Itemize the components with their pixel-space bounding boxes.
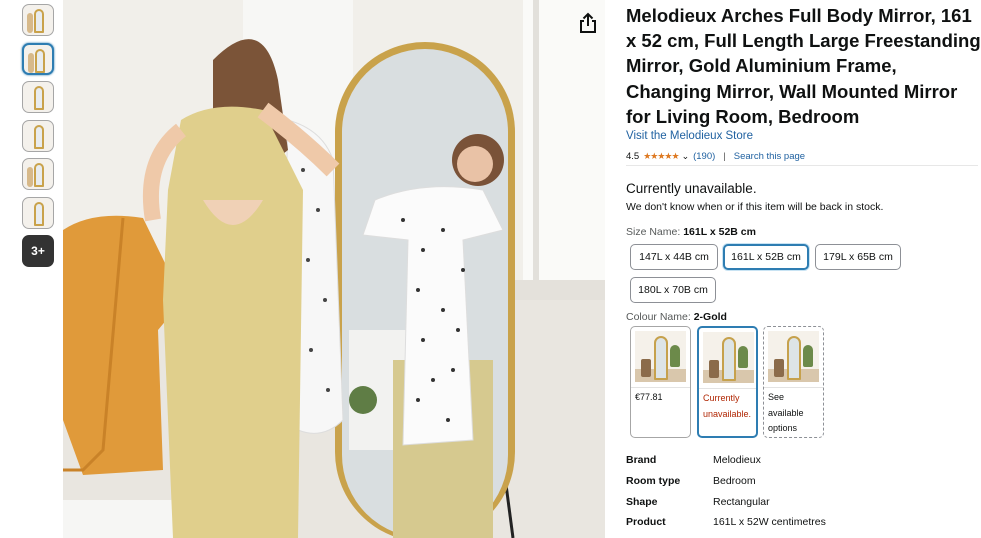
colour-selected: 2-Gold: [693, 311, 727, 323]
colour-label: Colour Name:: [626, 311, 691, 323]
colour-option-see-options: See available options: [768, 392, 804, 433]
size-option-180[interactable]: 180L x 70B cm: [630, 277, 716, 303]
availability-note: We don't know when or if this item will …: [626, 201, 884, 213]
ratings-count-link[interactable]: (190): [693, 151, 715, 162]
search-this-page-link[interactable]: Search this page: [734, 151, 805, 162]
colour-label-row: Colour Name: 2-Gold: [626, 311, 727, 323]
thumbnail-2[interactable]: [22, 42, 54, 75]
size-option-147[interactable]: 147L x 44B cm: [630, 244, 718, 270]
divider: [626, 165, 978, 166]
thumbnail-5[interactable]: [22, 158, 54, 190]
colour-option-2[interactable]: Currently unavailable.: [697, 326, 758, 438]
rating-row: 4.5 ★★★★★ ⌄ (190) | Search this page: [626, 150, 805, 162]
colour-option-image: [635, 331, 686, 382]
chevron-down-icon[interactable]: ⌄: [682, 151, 690, 162]
colour-option-1[interactable]: €77.81: [630, 326, 691, 438]
product-photo: [63, 0, 605, 538]
colour-option-3[interactable]: See available options: [763, 326, 824, 438]
thumbnail-strip: 3+: [22, 4, 56, 274]
share-icon[interactable]: [578, 12, 598, 34]
product-title: Melodieux Arches Full Body Mirror, 161 x…: [626, 5, 981, 127]
size-option-161[interactable]: 161L x 52B cm: [723, 244, 809, 270]
colour-option-price: €77.81: [635, 392, 663, 402]
colour-option-status: Currently unavailable.: [703, 393, 752, 419]
size-label: Size Name:: [626, 226, 681, 238]
size-label-row: Size Name: 161L x 52B cm: [626, 226, 756, 238]
more-images-button[interactable]: 3+: [22, 235, 54, 267]
store-link[interactable]: Visit the Melodieux Store: [626, 130, 753, 142]
size-selected: 161L x 52B cm: [683, 226, 756, 238]
colour-option-image: [768, 331, 819, 382]
separator: |: [723, 150, 726, 162]
colour-option-image: [703, 332, 754, 383]
thumbnail-1[interactable]: [22, 4, 54, 36]
rating-value: 4.5: [626, 150, 640, 162]
size-option-179[interactable]: 179L x 65B cm: [815, 244, 901, 270]
thumbnail-3[interactable]: [22, 81, 54, 113]
main-product-image[interactable]: [63, 0, 605, 538]
thumbnail-6[interactable]: [22, 196, 54, 229]
availability-status: Currently unavailable.: [626, 181, 757, 196]
star-rating-icon[interactable]: ★★★★★: [643, 151, 679, 162]
thumbnail-4[interactable]: [22, 119, 54, 152]
